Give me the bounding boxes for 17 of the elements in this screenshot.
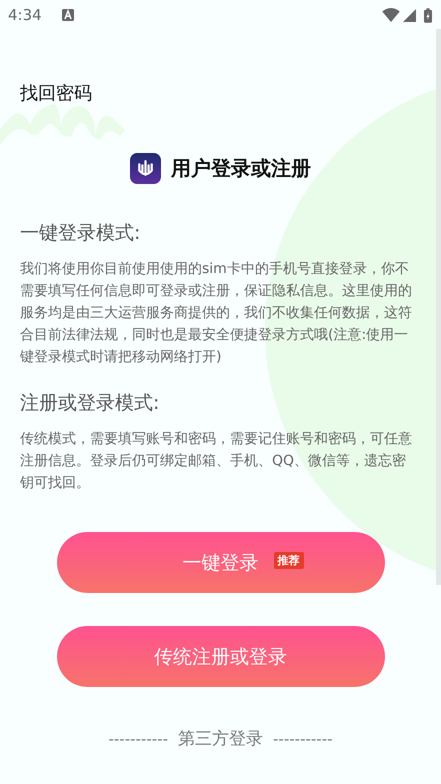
recommend-badge: 推荐 — [274, 552, 304, 569]
status-time: 4:34 — [8, 6, 42, 24]
app-logo-icon — [130, 153, 161, 184]
battery-icon — [424, 8, 432, 22]
register-login-button[interactable]: 传统注册或登录 — [56, 626, 384, 687]
section-description: 我们将使用你目前使用使用的sim卡中的手机号直接登录，你不需要填写任何信息即可登录或注册，保证隐私信息。这里使用的服务均是由三大运营服务商提供的，我们不收集任何数据，这符合目前法律法规，同时也是最安全便捷登录方式哦(注意:使用一键登录模式时请把移动网络打开) — [20, 260, 413, 367]
section-heading: 注册或登录模式: — [20, 391, 160, 416]
divider-dashes: ----------- — [108, 730, 168, 748]
signal-icon — [403, 8, 416, 22]
section-heading: 一键登录模式: — [20, 221, 140, 246]
find-password-link[interactable]: 找回密码 — [20, 81, 92, 105]
page-title: 用户登录或注册 — [171, 155, 311, 182]
notification-icon — [62, 9, 74, 21]
third-party-login-label: 第三方登录 — [178, 728, 263, 750]
divider-dashes: ----------- — [273, 730, 333, 748]
wifi-icon — [382, 8, 400, 22]
section-description: 传统模式，需要填写账号和密码，需要记住账号和密码，可任意注册信息。登录后仍可绑定邮箱、手机、QQ、微信等，遗忘密钥可找回。 — [20, 430, 413, 493]
